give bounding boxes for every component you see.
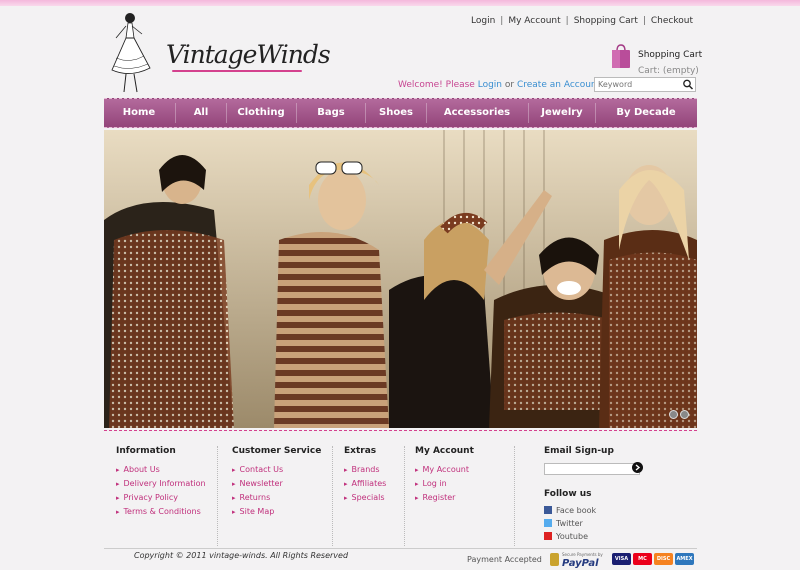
- top-link-shopping-cart[interactable]: Shopping Cart: [574, 16, 638, 26]
- footer-divider: [332, 446, 333, 546]
- social-twitter[interactable]: Twitter: [544, 519, 694, 532]
- site-logo[interactable]: VintageWinds: [164, 40, 331, 76]
- banner-photo: [104, 130, 697, 428]
- welcome-prefix: Welcome! Please: [398, 80, 475, 90]
- slider-prev[interactable]: [669, 410, 678, 419]
- logo-underline: [172, 70, 302, 72]
- footer-link[interactable]: ▸ Privacy Policy: [116, 493, 206, 507]
- social-facebook[interactable]: Face book: [544, 506, 694, 519]
- header: VintageWinds Login | My Account | Shopping C…: [104, 6, 703, 98]
- footer-link[interactable]: ▸ Delivery Information: [116, 479, 206, 493]
- top-link-checkout[interactable]: Checkout: [651, 16, 693, 26]
- footer-link[interactable]: ▸ Affiliates: [344, 479, 386, 493]
- footer-information-title: Information: [116, 446, 176, 456]
- follow-us: Follow us Face book Twitter Youtube: [544, 489, 694, 545]
- footer-link[interactable]: ▸ Returns: [232, 493, 321, 507]
- footer-extras: Extras ▸ Brands ▸ Affiliates ▸ Specials: [344, 446, 386, 507]
- search-icon[interactable]: [681, 78, 695, 91]
- footer-information: Information ▸ About Us ▸ Delivery Informat…: [116, 446, 206, 521]
- email-submit-button[interactable]: [632, 462, 643, 473]
- cart-status: Cart: (empty): [638, 66, 699, 76]
- cart-widget[interactable]: Shopping Cart Cart: (empty): [608, 40, 703, 80]
- svg-text:Secure Payments by: Secure Payments by: [562, 552, 603, 557]
- top-links: Login | My Account | Shopping Cart | Checkout: [471, 16, 693, 26]
- footer-divider: [404, 446, 405, 546]
- email-signup: Email Sign-up Follow us Face book Twitte…: [544, 446, 694, 545]
- footer-link[interactable]: ▸ Terms & Conditions: [116, 507, 206, 521]
- slider-next[interactable]: [680, 410, 689, 419]
- footer-link[interactable]: ▸ About Us: [116, 465, 206, 479]
- footer-divider: [514, 446, 515, 546]
- main-nav: Home All Clothing Bags Shoes Accessories…: [104, 98, 697, 128]
- email-input[interactable]: [544, 463, 640, 475]
- nav-jewelry[interactable]: Jewelry: [529, 99, 595, 127]
- footer-link[interactable]: ▸ Newsletter: [232, 479, 321, 493]
- bottom-divider: [104, 548, 697, 549]
- top-link-login[interactable]: Login: [471, 16, 495, 26]
- follow-us-title: Follow us: [544, 489, 592, 499]
- footer-link[interactable]: ▸ Specials: [344, 493, 386, 507]
- logo-lady-illustration: [111, 13, 151, 93]
- footer-link[interactable]: ▸ My Account: [415, 465, 474, 479]
- slider-dots: [667, 410, 689, 422]
- email-signup-title: Email Sign-up: [544, 446, 614, 456]
- page: VintageWinds Login | My Account | Shopping C…: [104, 6, 703, 570]
- footer-extras-title: Extras: [344, 446, 377, 456]
- social-youtube[interactable]: Youtube: [544, 532, 694, 545]
- pink-divider: [104, 430, 697, 432]
- nav-accessories[interactable]: Accessories: [427, 99, 527, 127]
- visa-icon: VISA: [612, 553, 631, 565]
- footer-link[interactable]: ▸ Log in: [415, 479, 474, 493]
- hero-banner[interactable]: [104, 130, 697, 428]
- nav-all[interactable]: All: [176, 99, 226, 127]
- footer-link[interactable]: ▸ Site Map: [232, 507, 321, 521]
- twitter-icon: [544, 519, 552, 527]
- cart-title: Shopping Cart: [638, 50, 703, 60]
- footer-link[interactable]: ▸ Register: [415, 493, 474, 507]
- nav-bags[interactable]: Bags: [297, 99, 365, 127]
- footer: Information ▸ About Us ▸ Delivery Informat…: [104, 436, 697, 546]
- footer-my-account-title: My Account: [415, 446, 474, 456]
- logo-text: VintageWinds: [166, 40, 331, 69]
- nav-shoes[interactable]: Shoes: [366, 99, 426, 127]
- footer-customer-service-title: Customer Service: [232, 446, 322, 456]
- footer-divider: [217, 446, 218, 546]
- nav-by-decade[interactable]: By Decade: [596, 99, 696, 127]
- svg-text:PayPal: PayPal: [562, 558, 599, 568]
- search-box: [594, 77, 696, 92]
- copyright: Copyright © 2011 vintage-winds. All Righ…: [134, 551, 349, 560]
- mastercard-icon: MC: [633, 553, 652, 565]
- footer-link[interactable]: ▸ Contact Us: [232, 465, 321, 479]
- nav-clothing[interactable]: Clothing: [227, 99, 295, 127]
- youtube-icon: [544, 532, 552, 540]
- facebook-icon: [544, 506, 552, 514]
- search-input[interactable]: [595, 78, 681, 91]
- top-link-my-account[interactable]: My Account: [508, 16, 560, 26]
- payment-accepted: Payment Accepted: [467, 555, 542, 564]
- welcome-message: Welcome! Please Login or Create an Accou…: [398, 80, 600, 90]
- welcome-login-link[interactable]: Login: [478, 80, 502, 90]
- discover-icon: DISC: [654, 553, 673, 565]
- create-account-link[interactable]: Create an Account: [517, 80, 600, 90]
- footer-link[interactable]: ▸ Brands: [344, 465, 386, 479]
- footer-my-account: My Account ▸ My Account ▸ Log in ▸ Register: [415, 446, 474, 507]
- paypal-logo: Secure Payments by PayPal: [550, 551, 606, 569]
- shopping-bag-icon: [612, 44, 630, 68]
- nav-home[interactable]: Home: [104, 99, 174, 127]
- welcome-or: or: [504, 80, 515, 90]
- amex-icon: AMEX: [675, 553, 694, 565]
- footer-customer-service: Customer Service ▸ Contact Us ▸ Newsletter…: [232, 446, 321, 521]
- arrow-right-icon: [635, 464, 641, 471]
